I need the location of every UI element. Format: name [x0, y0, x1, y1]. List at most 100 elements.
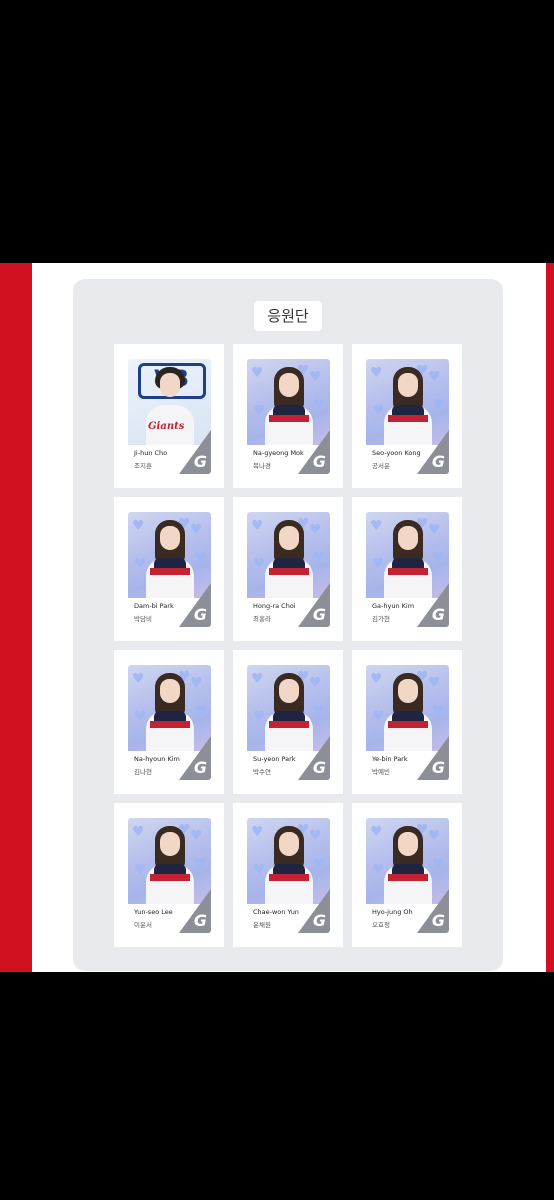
heart-icon: ♥ — [309, 675, 322, 691]
person-navy — [392, 711, 424, 721]
member-name-en: Seo-yoon Kong — [372, 449, 421, 457]
member-card[interactable]: ♥ ♥ ♥ ♥ ♥ G Seo-yoon Kong 공서윤 — [352, 344, 462, 488]
red-border-left — [0, 263, 32, 972]
person-face — [279, 832, 299, 856]
member-card[interactable]: ♥ ♥ ♥ ♥ ♥ G Chae-won Yun 윤채원 — [233, 803, 343, 947]
member-name-en: Hyo-jung Oh — [372, 908, 413, 916]
cheer-squad-panel: 응원단 VBGiantsGJi-hun Cho조지훈 ♥ ♥ ♥ ♥ ♥ G Na-gyeon… — [73, 279, 503, 971]
heart-icon: ♥ — [372, 862, 385, 878]
person-face — [279, 679, 299, 703]
person-navy — [154, 864, 186, 874]
heart-icon: ♥ — [432, 703, 445, 719]
heart-icon: ♥ — [134, 556, 147, 572]
member-card[interactable]: ♥ ♥ ♥ ♥ ♥ G Na-gyeong Mok 목나경 — [233, 344, 343, 488]
member-card[interactable]: ♥ ♥ ♥ ♥ ♥ G Yun-seo Lee 이윤서 — [114, 803, 224, 947]
person-face — [279, 526, 299, 550]
person-navy — [273, 405, 305, 415]
member-photocard: ♥ ♥ ♥ ♥ ♥ G Ga-hyun Kim 김가현 — [366, 512, 449, 627]
person-stripe — [269, 568, 309, 575]
person-navy — [392, 405, 424, 415]
person-navy — [273, 711, 305, 721]
heart-icon: ♥ — [372, 403, 385, 419]
member-name-ko: 박예빈 — [372, 768, 390, 776]
member-name-en: Ye-bin Park — [372, 755, 408, 763]
giants-g-icon: G — [193, 758, 207, 777]
section-title: 응원단 — [254, 301, 322, 331]
heart-icon: ♥ — [432, 856, 445, 872]
giants-g-icon: G — [431, 452, 445, 471]
member-card[interactable]: ♥ ♥ ♥ ♥ ♥ G Na-hyoun Kim 김나현 — [114, 650, 224, 794]
heart-icon: ♥ — [134, 862, 147, 878]
member-name-en: Hong-ra Choi — [253, 602, 296, 610]
heart-icon: ♥ — [190, 522, 203, 538]
person-navy — [392, 558, 424, 568]
member-photocard: ♥ ♥ ♥ ♥ ♥ G Na-hyoun Kim 김나현 — [128, 665, 211, 780]
heart-icon: ♥ — [134, 709, 147, 725]
member-card[interactable]: ♥ ♥ ♥ ♥ ♥ G Ga-hyun Kim 김가현 — [352, 497, 462, 641]
heart-icon: ♥ — [313, 397, 326, 413]
member-name-ko: 공서윤 — [372, 462, 390, 470]
person-stripe — [388, 415, 428, 422]
heart-icon: ♥ — [428, 675, 441, 691]
person-navy — [392, 864, 424, 874]
heart-icon: ♥ — [372, 556, 385, 572]
giants-g-icon: G — [312, 452, 326, 471]
heart-icon: ♥ — [309, 522, 322, 538]
member-name-ko: 이윤서 — [134, 921, 152, 929]
person-face — [398, 832, 418, 856]
heart-icon: ♥ — [190, 675, 203, 691]
giants-g-icon: G — [431, 911, 445, 930]
heart-icon: ♥ — [132, 671, 145, 687]
heart-icon: ♥ — [194, 856, 207, 872]
member-name-en: Na-gyeong Mok — [253, 449, 304, 457]
person-navy — [273, 558, 305, 568]
member-name-en: Ga-hyun Kim — [372, 602, 415, 610]
person-navy — [154, 711, 186, 721]
member-photocard: ♥ ♥ ♥ ♥ ♥ G Yun-seo Lee 이윤서 — [128, 818, 211, 933]
heart-icon: ♥ — [313, 856, 326, 872]
photo-frame: 응원단 VBGiantsGJi-hun Cho조지훈 ♥ ♥ ♥ ♥ ♥ G Na-gyeon… — [0, 263, 554, 972]
member-card[interactable]: VBGiantsGJi-hun Cho조지훈 — [114, 344, 224, 488]
heart-icon: ♥ — [132, 824, 145, 840]
heart-icon: ♥ — [428, 369, 441, 385]
member-photocard: ♥ ♥ ♥ ♥ ♥ G Dam-bi Park 박담비 — [128, 512, 211, 627]
member-name-ko: 오효정 — [372, 921, 390, 929]
heart-icon: ♥ — [428, 522, 441, 538]
person-face — [160, 526, 180, 550]
person-face — [398, 679, 418, 703]
red-border-right — [546, 263, 554, 972]
heart-icon: ♥ — [370, 365, 383, 381]
person-face — [160, 373, 180, 397]
heart-icon: ♥ — [253, 709, 266, 725]
heart-icon: ♥ — [253, 862, 266, 878]
member-card[interactable]: ♥ ♥ ♥ ♥ ♥ G Su-yeon Park 박수연 — [233, 650, 343, 794]
giants-g-icon: G — [312, 911, 326, 930]
member-card[interactable]: ♥ ♥ ♥ ♥ ♥ G Ye-bin Park 박예빈 — [352, 650, 462, 794]
member-name-en: Na-hyoun Kim — [134, 755, 180, 763]
person-navy — [154, 558, 186, 568]
member-name-en: Ji-hun Cho — [134, 449, 168, 457]
person-stripe — [150, 568, 190, 575]
person-stripe — [150, 874, 190, 881]
heart-icon: ♥ — [194, 550, 207, 566]
member-card[interactable]: ♥ ♥ ♥ ♥ ♥ G Hong-ra Choi 최홍라 — [233, 497, 343, 641]
heart-icon: ♥ — [132, 518, 145, 534]
heart-icon: ♥ — [370, 518, 383, 534]
heart-icon: ♥ — [370, 824, 383, 840]
member-photocard: ♥ ♥ ♥ ♥ ♥ G Chae-won Yun 윤채원 — [247, 818, 330, 933]
giants-g-icon: G — [431, 758, 445, 777]
person-stripe — [388, 721, 428, 728]
member-name-en: Dam-bi Park — [134, 602, 174, 610]
giants-g-icon: G — [312, 758, 326, 777]
heart-icon: ♥ — [370, 671, 383, 687]
member-photocard: ♥ ♥ ♥ ♥ ♥ G Hyo-jung Oh 오효정 — [366, 818, 449, 933]
person-face — [279, 373, 299, 397]
heart-icon: ♥ — [432, 550, 445, 566]
member-name-ko: 김가현 — [372, 615, 390, 623]
member-card[interactable]: ♥ ♥ ♥ ♥ ♥ G Dam-bi Park 박담비 — [114, 497, 224, 641]
member-name-en: Su-yeon Park — [253, 755, 296, 763]
member-name-en: Chae-won Yun — [253, 908, 299, 916]
member-photocard: ♥ ♥ ♥ ♥ ♥ G Su-yeon Park 박수연 — [247, 665, 330, 780]
member-card[interactable]: ♥ ♥ ♥ ♥ ♥ G Hyo-jung Oh 오효정 — [352, 803, 462, 947]
member-card-grid: VBGiantsGJi-hun Cho조지훈 ♥ ♥ ♥ ♥ ♥ G Na-gyeong Mo… — [114, 344, 462, 947]
